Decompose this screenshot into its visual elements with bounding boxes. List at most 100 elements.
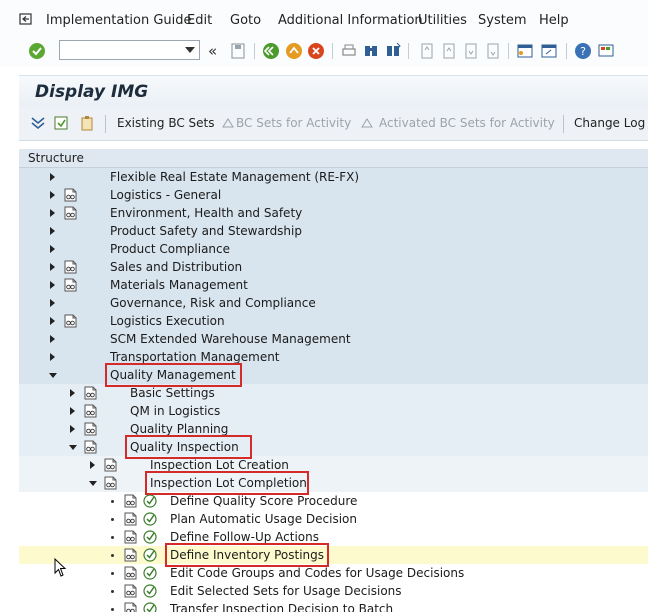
expand-arrow-icon[interactable] (50, 191, 55, 199)
documentation-icon[interactable] (124, 584, 137, 598)
expand-arrow-icon[interactable] (50, 299, 55, 307)
tree-node-label[interactable]: Transportation Management (110, 350, 280, 364)
img-activity-row[interactable]: Edit Code Groups and Codes for Usage Dec… (19, 564, 648, 582)
cancel-icon[interactable] (307, 42, 325, 60)
documentation-icon[interactable] (64, 314, 77, 328)
tree-node-row[interactable]: Materials Management (19, 276, 648, 294)
documentation-icon[interactable] (64, 278, 77, 292)
tree-node-label[interactable]: QM in Logistics (130, 404, 220, 418)
menu-utilities[interactable]: Utilities (418, 13, 467, 28)
activated-bc-sets-button[interactable]: Activated BC Sets for Activity (379, 116, 555, 130)
tree-node-label[interactable]: Product Compliance (110, 242, 230, 256)
expand-arrow-icon[interactable] (50, 173, 55, 181)
tree-node-row[interactable]: Quality Planning (19, 420, 648, 438)
tree-node-label[interactable]: SCM Extended Warehouse Management (110, 332, 351, 346)
expand-arrow-icon[interactable] (70, 389, 75, 397)
previous-page-icon[interactable] (440, 42, 458, 60)
tree-node-label[interactable]: Sales and Distribution (110, 260, 242, 274)
img-activity-row[interactable]: Transfer Inspection Decision to Batch (19, 600, 648, 612)
img-activity-row[interactable]: Plan Automatic Usage Decision (19, 510, 648, 528)
change-log-button[interactable]: Change Log (574, 116, 645, 130)
tree-node-row[interactable]: Product Compliance (19, 240, 648, 258)
tree-node-row[interactable]: Quality Inspection (19, 438, 648, 456)
expand-arrow-icon[interactable] (50, 245, 55, 253)
tree-node-label[interactable]: Flexible Real Estate Management (RE-FX) (110, 170, 359, 184)
menu-additional-information[interactable]: Additional Information (278, 13, 423, 28)
menu-help[interactable]: Help (539, 13, 569, 28)
expand-arrow-icon[interactable] (50, 209, 55, 217)
tree-node-row[interactable]: SCM Extended Warehouse Management (19, 330, 648, 348)
documentation-icon[interactable] (84, 440, 97, 454)
last-page-icon[interactable] (484, 42, 502, 60)
first-page-icon[interactable] (418, 42, 436, 60)
tree-node-row[interactable]: Governance, Risk and Compliance (19, 294, 648, 312)
execute-activity-icon[interactable] (143, 602, 157, 612)
execute-activity-icon[interactable] (143, 584, 157, 598)
execute-activity-icon[interactable] (143, 512, 157, 526)
documentation-icon[interactable] (84, 386, 97, 400)
next-page-icon[interactable] (462, 42, 480, 60)
documentation-icon[interactable] (64, 188, 77, 202)
img-activity-row[interactable]: Edit Selected Sets for Usage Decisions (19, 582, 648, 600)
tree-node-label[interactable]: Inspection Lot Creation (150, 458, 289, 472)
tree-node-label[interactable]: Quality Planning (130, 422, 228, 436)
exit-menu-icon[interactable] (19, 13, 33, 25)
collapse-arrow-icon[interactable] (89, 481, 97, 486)
bc-sets-for-activity-button[interactable]: BC Sets for Activity (236, 116, 351, 130)
back-icon[interactable] (262, 42, 280, 60)
expand-arrow-icon[interactable] (50, 281, 55, 289)
enter-check-icon[interactable] (28, 42, 46, 60)
expand-arrow-icon[interactable] (70, 425, 75, 433)
img-activity-row[interactable]: Define Inventory Postings (19, 546, 648, 564)
execute-activity-icon[interactable] (143, 566, 157, 580)
documentation-icon[interactable] (104, 458, 117, 472)
documentation-icon[interactable] (104, 476, 117, 490)
documentation-icon[interactable] (124, 512, 137, 526)
tree-node-row[interactable]: Logistics - General (19, 186, 648, 204)
tree-node-label[interactable]: Materials Management (110, 278, 248, 292)
expand-arrow-icon[interactable] (50, 353, 55, 361)
documentation-icon[interactable] (124, 566, 137, 580)
expand-arrow-icon[interactable] (70, 407, 75, 415)
clipboard-icon[interactable] (79, 115, 95, 131)
menu-system[interactable]: System (478, 13, 526, 28)
img-activity-row[interactable]: Define Quality Score Procedure (19, 492, 648, 510)
tree-node-label[interactable]: Edit Code Groups and Codes for Usage Dec… (170, 566, 464, 580)
documentation-icon[interactable] (124, 494, 137, 508)
tree-node-label[interactable]: Transfer Inspection Decision to Batch (170, 602, 393, 612)
tree-node-row[interactable]: Environment, Health and Safety (19, 204, 648, 222)
expand-arrow-icon[interactable] (50, 335, 55, 343)
documentation-icon[interactable] (124, 602, 137, 612)
documentation-icon[interactable] (64, 260, 77, 274)
tree-node-row[interactable]: Sales and Distribution (19, 258, 648, 276)
tree-node-label[interactable]: Edit Selected Sets for Usage Decisions (170, 584, 402, 598)
tree-node-label[interactable]: Define Follow-Up Actions (170, 530, 319, 544)
generate-shortcut-icon[interactable] (540, 42, 558, 60)
expand-subtree-icon[interactable] (30, 115, 46, 131)
execute-activity-icon[interactable] (143, 548, 157, 562)
collapse-arrow-icon[interactable] (69, 445, 77, 450)
tree-node-label[interactable]: Plan Automatic Usage Decision (170, 512, 357, 526)
tree-node-label[interactable]: Define Quality Score Procedure (170, 494, 357, 508)
tree-node-label[interactable]: Governance, Risk and Compliance (110, 296, 316, 310)
execute-activity-icon[interactable] (143, 530, 157, 544)
documentation-icon[interactable] (84, 404, 97, 418)
tree-node-row[interactable]: Inspection Lot Creation (19, 456, 648, 474)
execute-icon[interactable] (53, 115, 69, 131)
documentation-icon[interactable] (124, 548, 137, 562)
execute-activity-icon[interactable] (143, 494, 157, 508)
tree-node-row[interactable]: Flexible Real Estate Management (RE-FX) (19, 168, 648, 186)
collapse-toolbar-glyph[interactable]: « (208, 42, 217, 60)
tree-node-label[interactable]: Logistics - General (110, 188, 221, 202)
exit-icon[interactable] (285, 42, 303, 60)
print-icon[interactable] (340, 42, 358, 60)
customize-layout-icon[interactable] (597, 42, 615, 60)
documentation-icon[interactable] (64, 206, 77, 220)
menu-implementation-guide[interactable]: Implementation Guide (46, 13, 192, 28)
save-icon[interactable] (229, 42, 247, 60)
expand-arrow-icon[interactable] (50, 263, 55, 271)
existing-bc-sets-button[interactable]: Existing BC Sets (117, 116, 215, 130)
tree-node-row[interactable]: Inspection Lot Completion (19, 474, 648, 492)
command-field[interactable] (59, 40, 200, 60)
documentation-icon[interactable] (84, 422, 97, 436)
